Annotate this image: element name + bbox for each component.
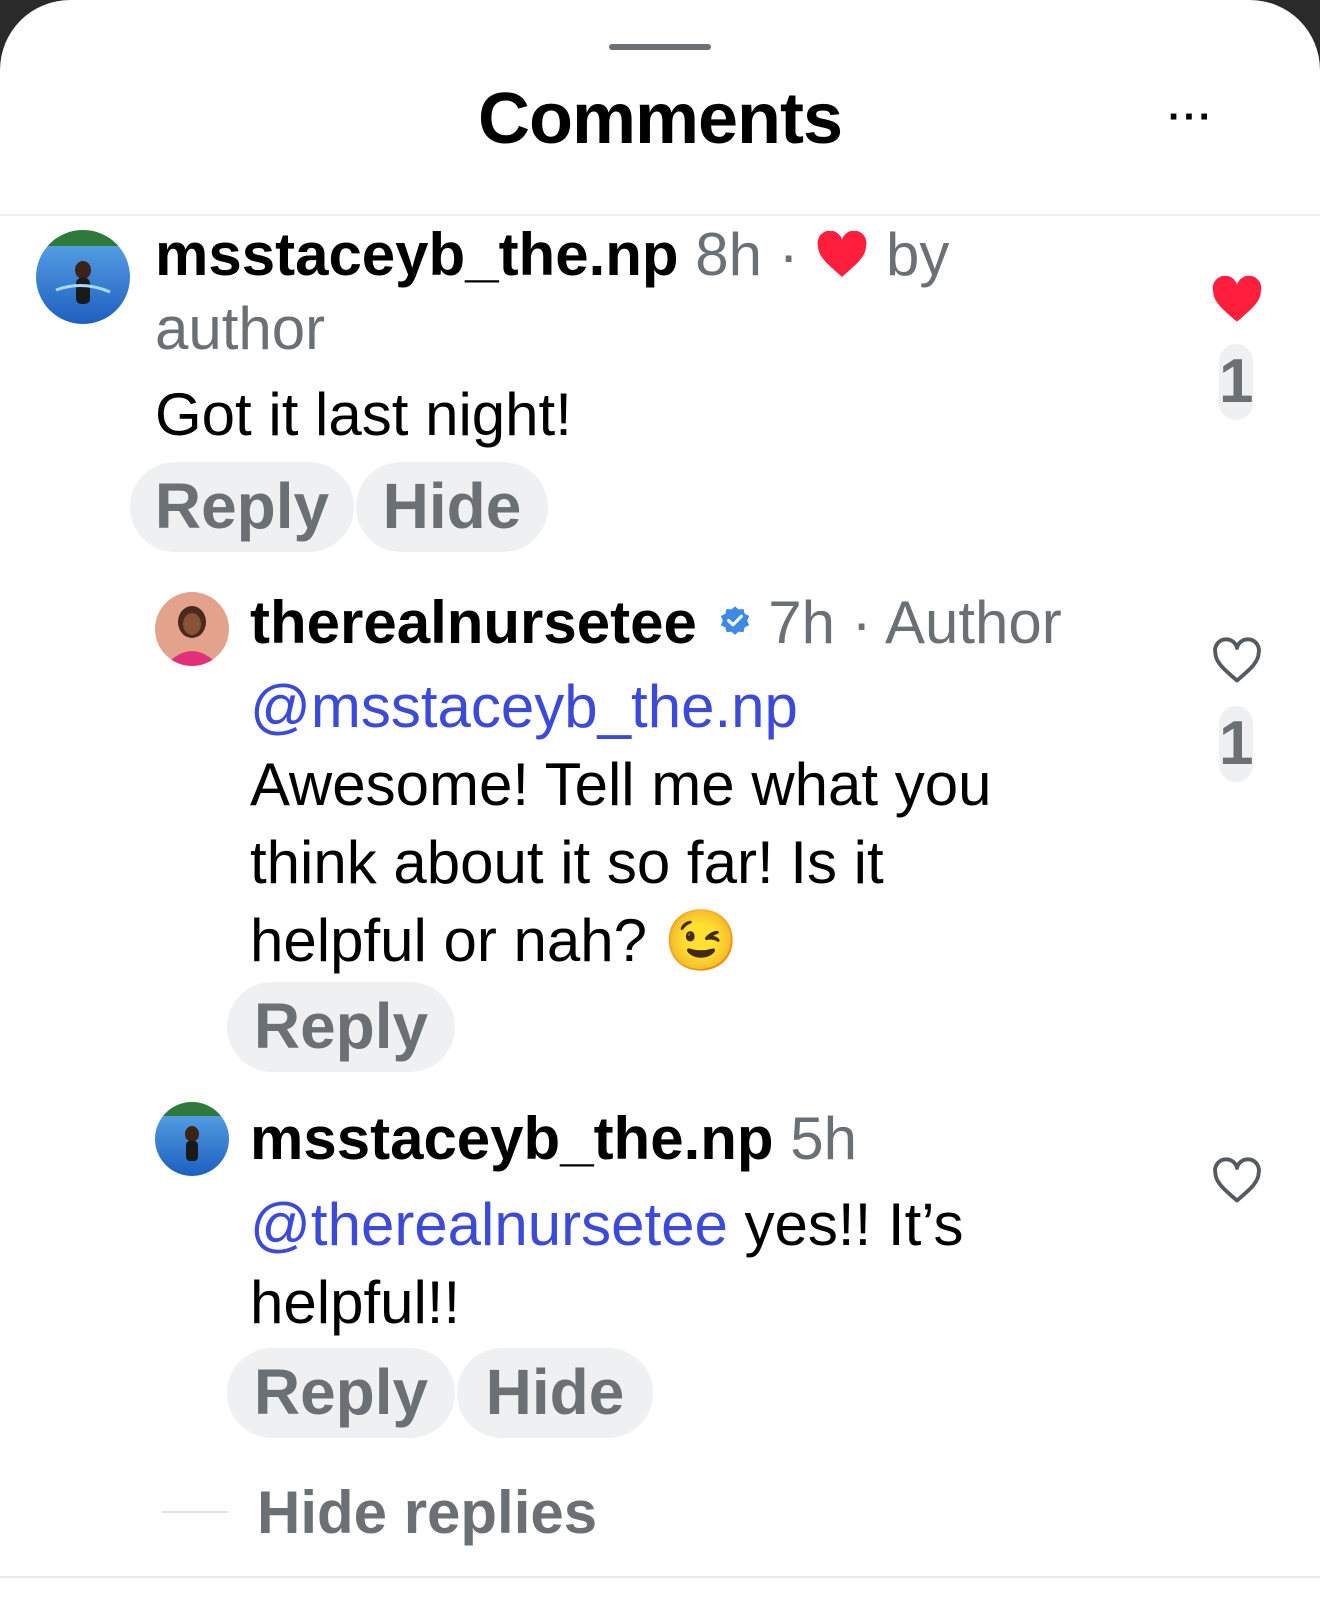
author-badge: Author (884, 589, 1062, 656)
liked-by-label-2: author (155, 295, 326, 362)
bottom-divider (0, 1576, 1320, 1578)
comment-line: Awesome! Tell me what you (250, 751, 992, 818)
timestamp: 5h (790, 1105, 857, 1172)
sheet-grabber[interactable] (609, 44, 711, 50)
reply-button[interactable]: Reply (130, 462, 354, 552)
username[interactable]: therealnursetee (250, 589, 697, 656)
comment-line-last: helpful or nah? 😉 (250, 907, 739, 974)
heart-filled-icon[interactable] (1211, 275, 1263, 324)
comment-header: msstaceyb_the.np 8h · by (155, 220, 949, 293)
hide-replies-line (162, 1511, 228, 1513)
wink-emoji: 😉 (663, 907, 739, 974)
mention-link[interactable]: @therealnursetee (250, 1191, 728, 1258)
comments-list: msstaceyb_the.np 8h · by author Got it l… (0, 216, 1320, 1576)
mention-link[interactable]: @msstaceyb_the.np (250, 668, 991, 746)
comment-header: therealnursetee 7h · Author (250, 584, 1062, 657)
reply-button[interactable]: Reply (227, 1348, 455, 1438)
comments-sheet: Comments ··· msstaceyb_the.np 8h · by au… (0, 0, 1320, 1602)
timestamp: 7h (768, 589, 835, 656)
liked-by-label: by (885, 221, 950, 288)
comment-line: think about it so far! Is it (250, 829, 884, 896)
comment-text: Got it last night! (155, 381, 572, 448)
hide-button[interactable]: Hide (356, 462, 548, 552)
comment-line: yes!! It’s (727, 1191, 964, 1258)
avatar[interactable] (155, 1102, 229, 1176)
separator: · (851, 589, 872, 656)
heart-outline-icon[interactable] (1211, 1157, 1263, 1205)
username[interactable]: msstaceyb_the.np (155, 221, 679, 288)
reply-button[interactable]: Reply (227, 982, 455, 1072)
like-count: 1 (1219, 706, 1253, 782)
username[interactable]: msstaceyb_the.np (250, 1105, 774, 1172)
separator: · (778, 221, 799, 288)
comment-line: helpful!! (250, 1269, 461, 1336)
hide-replies-button[interactable]: Hide replies (257, 1478, 597, 1547)
avatar[interactable] (155, 592, 229, 666)
heart-filled-icon (815, 224, 869, 293)
hide-button[interactable]: Hide (457, 1348, 653, 1438)
like-count: 1 (1219, 344, 1253, 420)
more-icon[interactable]: ··· (1168, 95, 1214, 140)
verified-badge-icon (718, 584, 752, 653)
comment-header: msstaceyb_the.np 5h (250, 1104, 857, 1173)
comment-text: @msstaceyb_the.np Awesome! Tell me what … (250, 668, 991, 980)
avatar[interactable] (36, 230, 130, 324)
comment-text: @therealnursetee yes!! It’s helpful!! (250, 1186, 964, 1342)
timestamp: 8h (695, 221, 762, 288)
page-title: Comments (477, 79, 843, 159)
heart-outline-icon[interactable] (1211, 637, 1263, 685)
